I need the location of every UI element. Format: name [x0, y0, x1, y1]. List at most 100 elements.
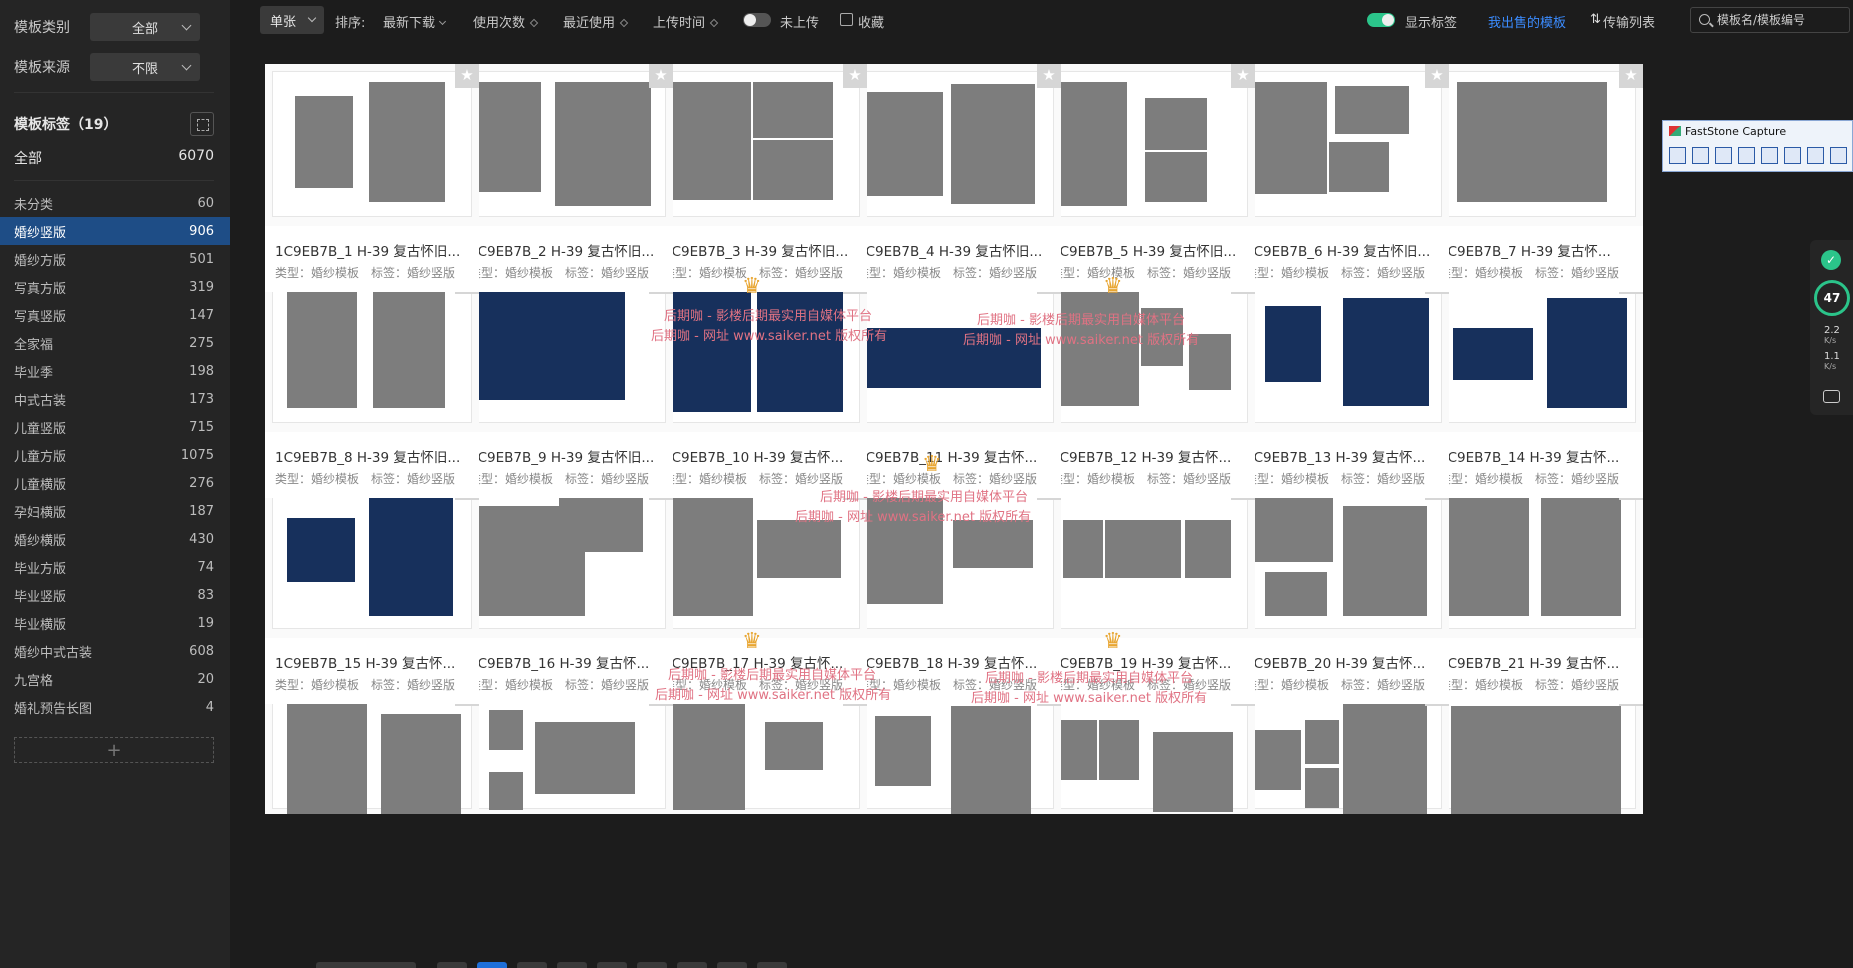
- tag-manage-icon[interactable]: [190, 112, 214, 136]
- open-icon[interactable]: [1669, 147, 1686, 164]
- favorite-star-icon[interactable]: ★: [455, 64, 479, 88]
- template-card[interactable]: ★1C9EB7B_9 H-39 复古怀旧...类型：婚纱模板 标签：婚纱竖版: [459, 270, 673, 498]
- template-card[interactable]: ★1C9EB7B_18 H-39 复古怀...类型：婚纱模板 标签：婚纱竖版: [847, 476, 1061, 704]
- download-speed-value: 1.1: [1824, 351, 1840, 362]
- tag-item[interactable]: 婚纱竖版 906: [0, 217, 230, 245]
- template-thumbnail: [265, 64, 479, 226]
- tag-item-count: 275: [189, 335, 214, 351]
- capture-fullscreen-icon[interactable]: [1761, 147, 1778, 164]
- page-button[interactable]: [637, 962, 667, 968]
- tag-item[interactable]: 中式古装 173: [0, 385, 230, 413]
- template-card[interactable]: ★ 1C9EB7B_5 H-39 复古怀旧... 类型：婚纱模板 标签：婚纱竖版: [1041, 64, 1255, 292]
- tag-item[interactable]: 婚纱中式古装 608: [0, 637, 230, 665]
- not-uploaded-toggle[interactable]: [743, 13, 771, 27]
- sort-recent-use[interactable]: 最近使用: [563, 12, 629, 31]
- template-card[interactable]: ★ 1C9EB7B_2 H-39 复古怀旧... 类型：婚纱模板 标签：婚纱竖版: [459, 64, 673, 292]
- template-card[interactable]: ★1C9EB7B_17 H-39 复古怀...类型：婚纱模板 标签：婚纱竖版: [653, 476, 867, 704]
- template-card[interactable]: ★1C9EB7B_12 H-39 复古怀...类型：婚纱模板 标签：婚纱竖版: [1041, 270, 1255, 498]
- template-card[interactable]: ★ 1C9EB7B_6 H-39 复古怀旧... 类型：婚纱模板 标签：婚纱竖版: [1235, 64, 1449, 292]
- network-monitor-widget[interactable]: ✓ 47 2.2 K/s 1.1 K/s: [1810, 240, 1853, 415]
- tag-item[interactable]: 毕业竖版 83: [0, 581, 230, 609]
- faststone-capture-toolbar[interactable]: FastStone Capture: [1662, 120, 1853, 172]
- search-input[interactable]: [1717, 11, 1847, 29]
- tag-item[interactable]: 婚纱方版 501: [0, 245, 230, 273]
- favorite-star-icon[interactable]: ★: [1619, 64, 1643, 88]
- tag-item-label: 毕业季: [14, 365, 54, 381]
- category-label: 模板类别: [14, 20, 70, 36]
- template-card[interactable]: ★1C9EB7B_19 H-39 复古怀...类型：婚纱模板 标签：婚纱竖版: [1041, 476, 1255, 704]
- page-button[interactable]: [597, 962, 627, 968]
- photo-placeholder: [757, 288, 843, 412]
- page-button[interactable]: [757, 962, 787, 968]
- add-tag-button[interactable]: +: [14, 737, 214, 763]
- tag-item-count: 608: [189, 643, 214, 659]
- template-card[interactable]: ★1C9EB7B_16 H-39 复古怀...类型：婚纱模板 标签：婚纱竖版: [459, 476, 673, 704]
- photo-placeholder: [1145, 152, 1207, 202]
- favorite-star-icon[interactable]: ★: [843, 64, 867, 88]
- capture-freehand-icon[interactable]: [1738, 147, 1755, 164]
- capture-scroll-icon[interactable]: [1784, 147, 1801, 164]
- page-button[interactable]: [517, 962, 547, 968]
- sort-use-count[interactable]: 使用次数: [473, 12, 539, 31]
- timer-icon[interactable]: [1830, 147, 1847, 164]
- search-icon: [1699, 14, 1710, 25]
- template-card[interactable]: ★ 1C9EB7B_1 H-39 复古怀旧... 类型：婚纱模板 标签：婚纱竖版: [265, 64, 479, 292]
- tag-item[interactable]: 毕业方版 74: [0, 553, 230, 581]
- capture-rectangle-icon[interactable]: [1715, 147, 1732, 164]
- template-card[interactable]: ★1C9EB7B_11 H-39 复古怀...类型：婚纱模板 标签：婚纱竖版: [847, 270, 1061, 498]
- tag-item[interactable]: 写真竖版 147: [0, 301, 230, 329]
- view-mode-select[interactable]: 单张: [260, 6, 324, 34]
- tag-item[interactable]: 儿童方版 1075: [0, 441, 230, 469]
- favorite-star-icon[interactable]: ★: [1037, 64, 1061, 88]
- template-title: 1C9EB7B_19 H-39 复古怀...: [1051, 656, 1232, 672]
- sort-use-count-label: 使用次数: [473, 16, 526, 31]
- template-card[interactable]: ★1C9EB7B_21 H-39 复古怀...类型：婚纱模板 标签：婚纱竖版: [1429, 476, 1643, 704]
- source-select[interactable]: 不限: [90, 53, 200, 81]
- template-page-preview: [855, 278, 1053, 422]
- page-button[interactable]: [717, 962, 747, 968]
- favorites-checkbox[interactable]: [840, 13, 853, 26]
- template-card[interactable]: ★ 1C9EB7B_7 H-39 复古怀... 类型：婚纱模板 标签：婚纱竖版: [1429, 64, 1643, 292]
- favorite-star-icon[interactable]: ★: [1425, 64, 1449, 88]
- category-select[interactable]: 全部: [90, 13, 200, 41]
- camera-icon[interactable]: [1823, 390, 1840, 403]
- sort-upload-time[interactable]: 上传时间: [653, 12, 719, 31]
- tag-all[interactable]: 全部 6070: [14, 148, 214, 168]
- show-tags-toggle[interactable]: [1367, 13, 1395, 27]
- tag-item[interactable]: 未分类 60: [0, 189, 230, 217]
- page-button[interactable]: [677, 962, 707, 968]
- tag-item[interactable]: 毕业季 198: [0, 357, 230, 385]
- template-card[interactable]: ★1C9EB7B_8 H-39 复古怀旧...类型：婚纱模板 标签：婚纱竖版: [265, 270, 479, 498]
- template-card[interactable]: ★1C9EB7B_10 H-39 复古怀...类型：婚纱模板 标签：婚纱竖版: [653, 270, 867, 498]
- tag-item[interactable]: 孕妇横版 187: [0, 497, 230, 525]
- template-card[interactable]: ★1C9EB7B_20 H-39 复古怀...类型：婚纱模板 标签：婚纱竖版: [1235, 476, 1449, 704]
- template-title: 1C9EB7B_16 H-39 复古怀...: [469, 656, 650, 672]
- capture-window-icon[interactable]: [1692, 147, 1709, 164]
- page-button[interactable]: [437, 962, 467, 968]
- transfer-list-link[interactable]: 传输列表: [1603, 12, 1655, 31]
- record-video-icon[interactable]: [1807, 147, 1824, 164]
- tag-item[interactable]: 婚礼预告长图 4: [0, 693, 230, 721]
- page-size-select[interactable]: [316, 962, 416, 968]
- template-card[interactable]: ★ 1C9EB7B_3 H-39 复古怀旧... 类型：婚纱模板 标签：婚纱竖版: [653, 64, 867, 292]
- tag-item[interactable]: 九宫格 20: [0, 665, 230, 693]
- tag-item[interactable]: 儿童横版 276: [0, 469, 230, 497]
- template-page-preview: [467, 484, 665, 628]
- page-button[interactable]: [557, 962, 587, 968]
- tag-item-count: 147: [189, 307, 214, 323]
- sort-latest-download[interactable]: 最新下载: [383, 12, 447, 31]
- my-sold-templates-link[interactable]: 我出售的模板: [1488, 12, 1566, 31]
- tag-item[interactable]: 儿童竖版 715: [0, 413, 230, 441]
- tag-item[interactable]: 全家福 275: [0, 329, 230, 357]
- favorite-star-icon[interactable]: ★: [649, 64, 673, 88]
- template-card[interactable]: ★ 1C9EB7B_4 H-39 复古怀旧... 类型：婚纱模板 标签：婚纱竖版: [847, 64, 1061, 292]
- tag-item[interactable]: 写真方版 319: [0, 273, 230, 301]
- template-card[interactable]: ★1C9EB7B_14 H-39 复古怀...类型：婚纱模板 标签：婚纱竖版: [1429, 270, 1643, 498]
- page-button-active[interactable]: [477, 962, 507, 968]
- tag-item[interactable]: 婚纱横版 430: [0, 525, 230, 553]
- favorite-star-icon[interactable]: ★: [1231, 64, 1255, 88]
- photo-placeholder: [287, 290, 357, 408]
- tag-item[interactable]: 毕业横版 19: [0, 609, 230, 637]
- template-card[interactable]: ★1C9EB7B_15 H-39 复古怀...类型：婚纱模板 标签：婚纱竖版: [265, 476, 479, 704]
- template-card[interactable]: ★1C9EB7B_13 H-39 复古怀...类型：婚纱模板 标签：婚纱竖版: [1235, 270, 1449, 498]
